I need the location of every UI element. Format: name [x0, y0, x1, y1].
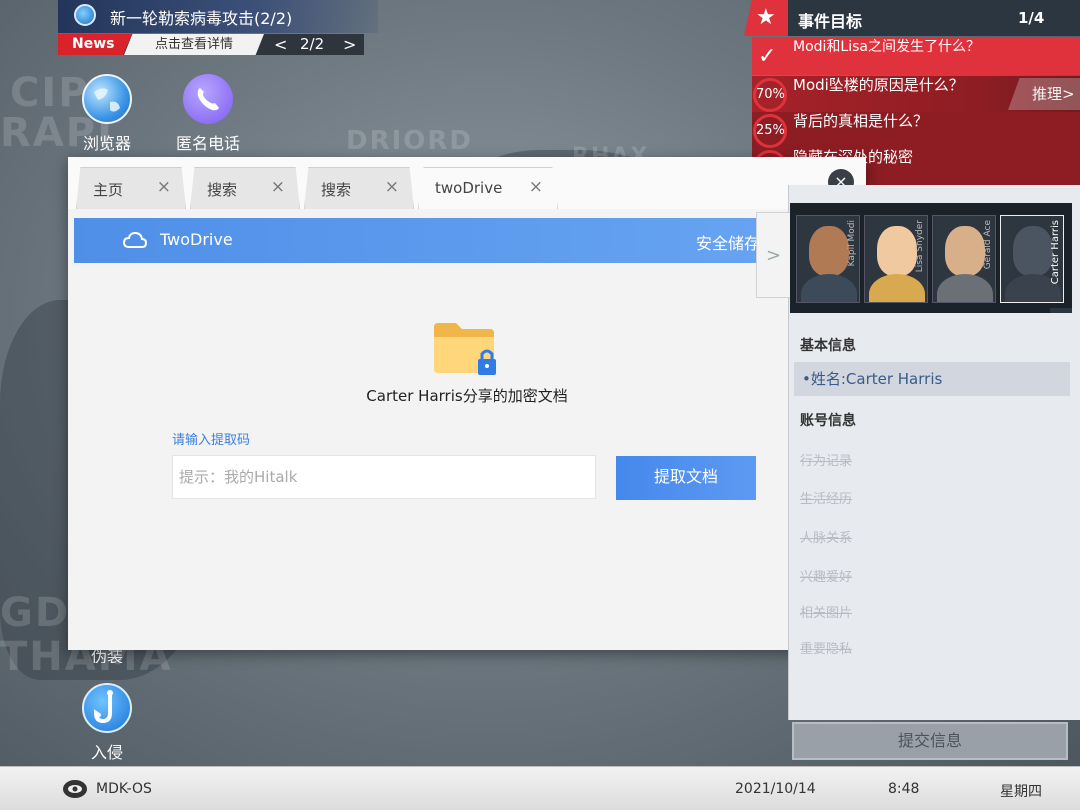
basic-info-heading: 基本信息 — [800, 338, 856, 354]
tab-twodrive[interactable]: twoDrive × — [418, 167, 558, 209]
desktop-icon-label: 匿名电话 — [175, 134, 240, 153]
os-name: MDK-OS — [96, 781, 152, 797]
map-label: DRIORD — [346, 126, 473, 156]
check-icon: ✓ — [758, 44, 777, 69]
body — [801, 274, 857, 302]
portrait-name: Gerald Ace — [983, 220, 993, 270]
portrait-scroll-indicator — [1050, 308, 1072, 313]
name-field[interactable]: •姓名:Carter Harris — [794, 362, 1070, 396]
portrait-gerald-ace[interactable]: Gerald Ace — [932, 215, 996, 303]
globe-icon — [82, 74, 132, 124]
hook-icon — [82, 683, 132, 733]
tab-label: twoDrive — [435, 179, 503, 197]
panel-toggle-button[interactable]: > — [756, 212, 790, 298]
taskbar-weekday: 星期四 — [1000, 784, 1042, 800]
face — [1013, 226, 1053, 276]
portrait-carter-harris[interactable]: Carter Harris — [1000, 215, 1064, 303]
locked-item-photos: 相关图片 — [800, 606, 853, 621]
desktop-icon-browser[interactable]: 浏览器 — [67, 74, 147, 154]
desktop-icon-label: 浏览器 — [82, 134, 131, 153]
objective-text: Modi和Lisa之间发生了什么？ — [793, 39, 980, 55]
taskbar: MDK-OS 2021/10/14 8:48 星期四 — [0, 766, 1080, 810]
submit-info-button[interactable]: 提交信息 — [792, 722, 1068, 760]
tab-label: 主页 — [93, 181, 124, 199]
tab-search-2[interactable]: 搜索 × — [304, 167, 414, 209]
locked-item-privacy: 重要隐私 — [800, 642, 853, 657]
desktop-icon-anon-call[interactable]: 匿名电话 — [168, 74, 248, 154]
news-page-indicator: 2/2 — [300, 35, 325, 53]
face — [877, 226, 917, 276]
locked-item-relations: 人脉关系 — [800, 531, 853, 546]
locked-item-behavior: 行为记录 — [800, 454, 853, 469]
portrait-name: Kapil Modi — [847, 220, 857, 267]
phone-icon — [183, 74, 233, 124]
face — [809, 226, 849, 276]
tab-close-icon[interactable]: × — [385, 177, 399, 197]
news-tag: News — [58, 34, 132, 55]
body — [937, 274, 993, 302]
objective-progress: 70% — [753, 78, 787, 112]
objectives-star-badge: ★ — [744, 0, 788, 36]
desktop-icon-intrude[interactable]: 入侵 — [67, 683, 147, 763]
news-next-button[interactable]: > — [343, 34, 356, 55]
tab-home[interactable]: 主页 × — [76, 167, 186, 209]
locked-item-hobbies: 兴趣爱好 — [800, 570, 853, 585]
infer-button[interactable]: 推理> — [1008, 78, 1080, 110]
tab-search-1[interactable]: 搜索 × — [190, 167, 300, 209]
extract-document-button[interactable]: 提取文档 — [616, 456, 756, 500]
twodrive-brand: TwoDrive — [160, 230, 233, 249]
face — [945, 226, 985, 276]
tab-close-icon[interactable]: × — [271, 177, 285, 197]
locked-folder-icon — [434, 323, 496, 375]
objectives-count: 1/4 — [1018, 9, 1045, 27]
tab-label: 搜索 — [207, 181, 238, 199]
portrait-strip: Kapil Modi Lisa Snyder Gerald Ace Carter… — [790, 203, 1072, 313]
cloud-icon — [122, 231, 148, 248]
twodrive-header: TwoDrive 安全储存方 — [74, 218, 866, 263]
portrait-kapil-modi[interactable]: Kapil Modi — [796, 215, 860, 303]
news-detail-link[interactable]: 点击查看详情 — [124, 34, 264, 55]
tab-close-icon[interactable]: × — [157, 177, 171, 197]
tab-label: 搜索 — [321, 181, 352, 199]
news-prev-button[interactable]: < — [274, 34, 287, 55]
account-info-heading: 账号信息 — [800, 413, 856, 429]
extract-code-label: 请输入提取码 — [172, 433, 251, 448]
news-title[interactable]: 新一轮勒索病毒攻击(2/2) — [110, 5, 292, 29]
shared-doc-title: Carter Harris分享的加密文档 — [366, 387, 568, 405]
desktop-icon-label: 入侵 — [90, 743, 123, 762]
portrait-name: Carter Harris — [1050, 220, 1061, 285]
portrait-lisa-snyder[interactable]: Lisa Snyder — [864, 215, 928, 303]
objective-text: 背后的真相是什么？ — [793, 112, 929, 130]
locked-item-experience: 生活经历 — [800, 492, 853, 507]
star-icon: ★ — [756, 5, 776, 30]
taskbar-date: 2021/10/14 — [735, 781, 816, 797]
body — [869, 274, 925, 302]
objectives-title: 事件目标 — [798, 12, 863, 31]
taskbar-time: 8:48 — [888, 781, 920, 797]
news-globe-icon — [74, 4, 96, 26]
portrait-name: Lisa Snyder — [915, 220, 925, 273]
browser-window: 主页 × 搜索 × 搜索 × twoDrive × × TwoDrive 安全储… — [68, 157, 866, 650]
objective-progress: 25% — [753, 114, 787, 148]
os-logo-icon[interactable] — [62, 779, 88, 799]
extract-code-input[interactable] — [172, 455, 596, 499]
tab-bar: 主页 × 搜索 × 搜索 × twoDrive × × — [68, 157, 866, 209]
objective-text: Modi坠楼的原因是什么？ — [793, 76, 964, 94]
tab-close-icon[interactable]: × — [529, 177, 543, 197]
